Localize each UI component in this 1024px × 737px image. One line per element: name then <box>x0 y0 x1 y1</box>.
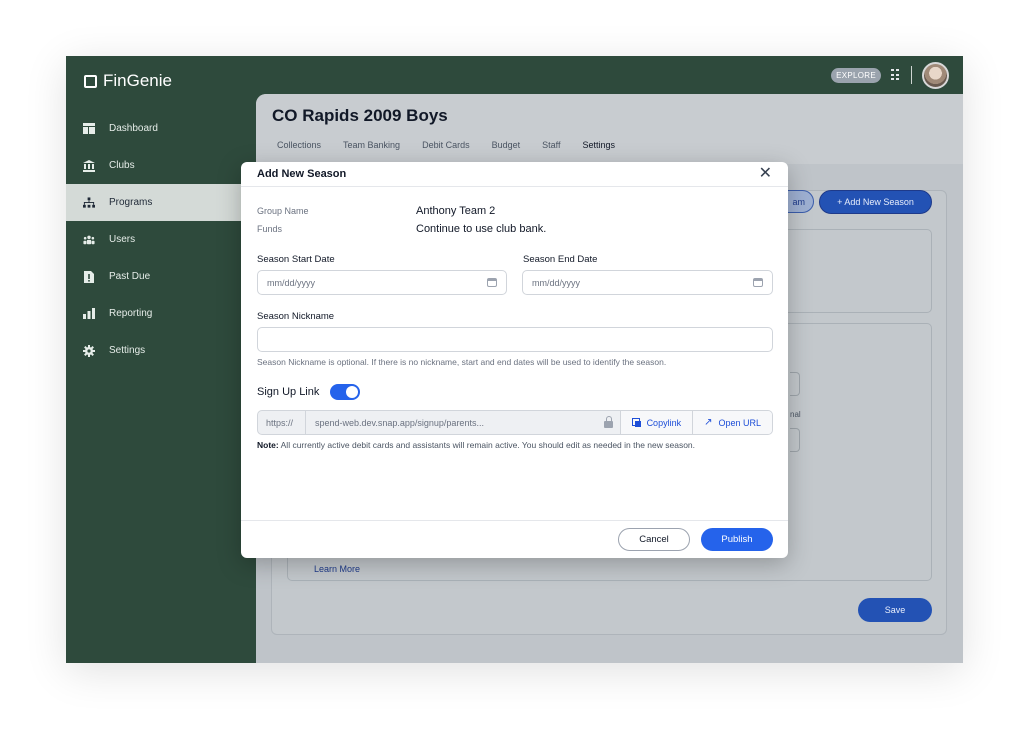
close-icon[interactable]: ✕ <box>759 166 772 182</box>
start-date-input[interactable]: mm/dd/yyyy <box>257 270 507 295</box>
background-label: nal <box>790 410 801 419</box>
sidebar-item-clubs[interactable]: Clubs <box>66 147 256 184</box>
users-icon <box>83 234 95 246</box>
sidebar-item-users[interactable]: Users <box>66 221 256 258</box>
tab-settings[interactable]: Settings <box>583 140 616 150</box>
sidebar-item-dashboard[interactable]: Dashboard <box>66 110 256 147</box>
end-date-label: Season End Date <box>523 254 598 265</box>
page-header: CO Rapids 2009 Boys Collections Team Ban… <box>256 94 963 164</box>
tab-bar: Collections Team Banking Debit Cards Bud… <box>277 140 615 150</box>
top-right-controls: EXPLORE <box>831 61 949 89</box>
funds-row: Funds Continue to use club bank. <box>257 223 546 235</box>
start-date-label: Season Start Date <box>257 254 335 265</box>
signup-link-row: Sign Up Link <box>257 384 361 400</box>
copy-link-button[interactable]: Copylink <box>619 411 693 434</box>
tab-collections[interactable]: Collections <box>277 140 321 150</box>
group-name-label: Group Name <box>257 206 309 216</box>
note-bold: Note: <box>257 440 279 450</box>
link-url[interactable]: spend-web.dev.snap.app/signup/parents... <box>306 411 598 434</box>
learn-more-link[interactable]: Learn More <box>314 564 360 574</box>
divider <box>911 66 912 84</box>
sidebar-item-reporting[interactable]: Reporting <box>66 295 256 332</box>
group-name-row: Group Name Anthony Team 2 <box>257 205 495 217</box>
apps-grid-icon[interactable] <box>891 69 901 81</box>
gear-icon <box>83 344 95 357</box>
lock-icon <box>598 415 620 428</box>
signup-link-label: Sign Up Link <box>257 386 320 398</box>
modal-footer: Cancel Publish <box>241 520 788 558</box>
open-url-button[interactable]: ↗ Open URL <box>692 411 772 434</box>
alert-file-icon <box>83 270 95 283</box>
logo-mark-icon <box>84 74 97 88</box>
external-link-icon: ↗ <box>704 417 713 428</box>
start-date-placeholder: mm/dd/yyyy <box>267 277 316 288</box>
copy-icon <box>631 418 641 427</box>
app-name: FinGenie <box>103 71 172 90</box>
sidebar-item-label: Dashboard <box>109 123 158 134</box>
link-prefix: https:// <box>258 411 306 434</box>
app-logo[interactable]: FinGenie <box>84 71 172 91</box>
group-name-value: Anthony Team 2 <box>416 205 496 217</box>
nickname-label: Season Nickname <box>257 311 335 322</box>
sidebar-item-label: Users <box>109 234 136 245</box>
sidebar: Dashboard Clubs Programs Users Past Due <box>66 110 256 369</box>
sidebar-item-settings[interactable]: Settings <box>66 332 256 369</box>
sidebar-item-programs[interactable]: Programs <box>66 184 256 221</box>
hierarchy-icon <box>83 196 95 209</box>
page-title: CO Rapids 2009 Boys <box>272 106 448 125</box>
signup-link-toggle[interactable] <box>330 384 361 400</box>
add-new-season-button[interactable]: + Add New Season <box>819 190 932 214</box>
calendar-icon[interactable] <box>753 278 763 287</box>
dashboard-icon <box>83 123 95 135</box>
sidebar-item-label: Reporting <box>109 308 153 319</box>
note-body: All currently active debit cards and ass… <box>280 440 696 450</box>
copy-link-label: Copylink <box>646 417 682 428</box>
tab-debit-cards[interactable]: Debit Cards <box>422 140 470 150</box>
open-url-label: Open URL <box>718 417 761 428</box>
add-season-modal: Add New Season ✕ Group Name Anthony Team… <box>241 162 788 558</box>
sidebar-item-label: Past Due <box>109 271 151 282</box>
bank-icon <box>83 159 95 172</box>
note-text: Note: All currently active debit cards a… <box>257 440 695 450</box>
nickname-helper-text: Season Nickname is optional. If there is… <box>257 357 667 367</box>
modal-title: Add New Season <box>257 168 347 180</box>
funds-label: Funds <box>257 224 283 234</box>
modal-header: Add New Season <box>241 162 788 187</box>
sidebar-item-label: Settings <box>109 345 146 356</box>
explore-badge[interactable]: EXPLORE <box>831 67 881 83</box>
background-input <box>790 428 800 452</box>
calendar-icon[interactable] <box>487 278 497 287</box>
end-date-placeholder: mm/dd/yyyy <box>532 277 581 288</box>
signup-link-field: https:// spend-web.dev.snap.app/signup/p… <box>257 410 773 435</box>
background-input <box>790 372 800 396</box>
bar-chart-icon <box>83 308 95 320</box>
funds-value: Continue to use club bank. <box>416 223 547 235</box>
nickname-input[interactable] <box>257 327 773 352</box>
tab-team-banking[interactable]: Team Banking <box>343 140 400 150</box>
sidebar-item-label: Clubs <box>109 160 135 171</box>
sidebar-item-past-due[interactable]: Past Due <box>66 258 256 295</box>
cancel-button[interactable]: Cancel <box>618 528 690 551</box>
end-date-input[interactable]: mm/dd/yyyy <box>522 270 773 295</box>
publish-button[interactable]: Publish <box>701 528 773 551</box>
avatar[interactable] <box>922 61 949 89</box>
tab-budget[interactable]: Budget <box>492 140 521 150</box>
tab-staff[interactable]: Staff <box>542 140 560 150</box>
sidebar-item-label: Programs <box>109 197 153 208</box>
save-button[interactable]: Save <box>858 598 932 622</box>
